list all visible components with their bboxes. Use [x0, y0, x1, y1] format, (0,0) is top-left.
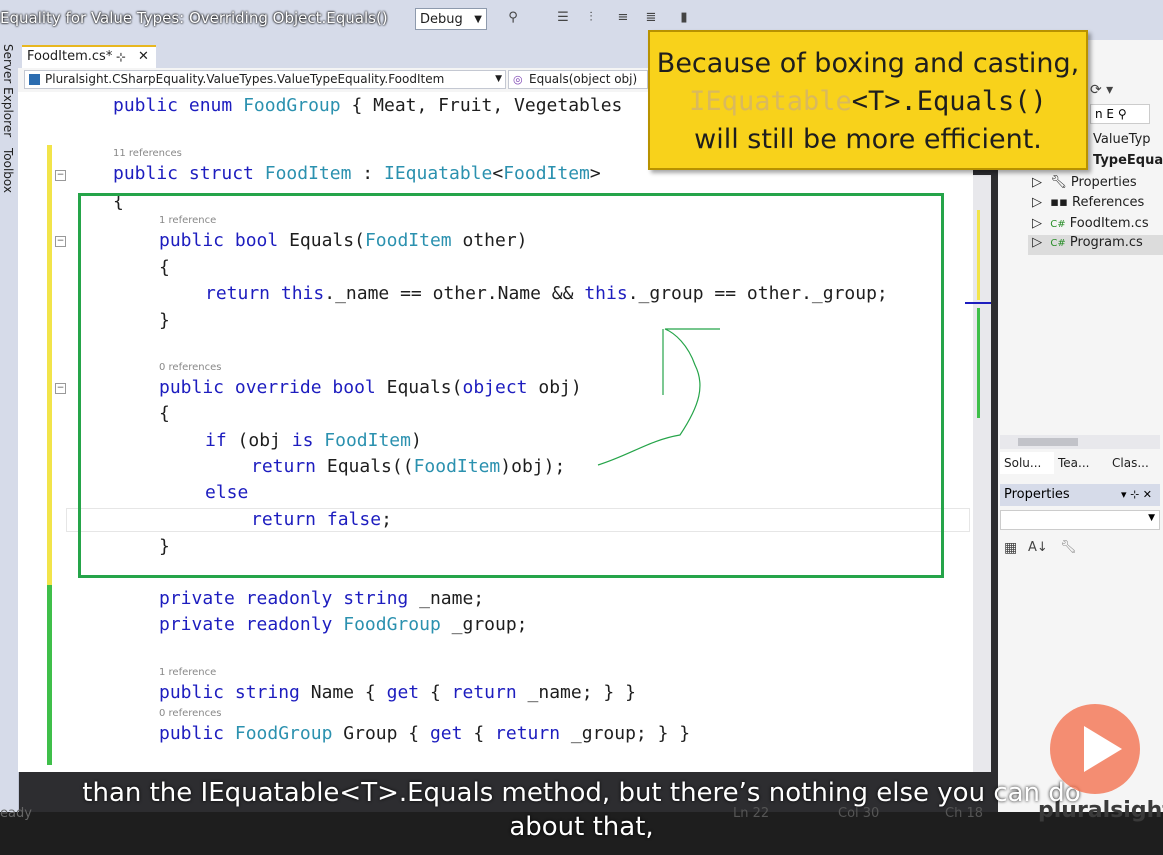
collapse-icon[interactable]: −: [55, 170, 66, 181]
callout-note: Because of boxing and casting, IEquatabl…: [648, 30, 1088, 170]
tree-item-program[interactable]: ▷ C# Program.cs: [1028, 235, 1163, 255]
tree-item-properties[interactable]: ▷ 🔧︎ Properties: [1032, 175, 1137, 190]
expand-icon: ▷: [1032, 216, 1042, 231]
alphabetical-icon[interactable]: A↓: [1028, 540, 1048, 555]
search-icon: ⚲: [1117, 107, 1127, 121]
expand-icon: ▷: [1032, 175, 1042, 190]
left-tool-strip: Server Explorer Toolbox: [0, 40, 19, 812]
class-icon: [29, 74, 40, 85]
search-hint: n E: [1095, 107, 1115, 121]
tree-item-references[interactable]: ▷ ▪▪ References: [1032, 195, 1144, 210]
categorized-icon[interactable]: ▦: [1004, 540, 1017, 556]
code-line-field-name: private readonly string _name;: [159, 588, 485, 609]
chevron-down-icon: ▼: [1148, 513, 1155, 523]
saved-lines-marker: [47, 585, 52, 765]
callout-line-3: will still be more efficient.: [694, 124, 1042, 155]
code-line-prop-name: public string Name { get { return _name;…: [159, 682, 636, 703]
uncomment-icon[interactable]: ≣: [643, 10, 659, 26]
tree-item-fooditem[interactable]: ▷ C# FoodItem.cs: [1032, 216, 1149, 231]
member-dropdown[interactable]: ◎ Equals(object obj): [508, 70, 648, 89]
scroll-thumb[interactable]: [1018, 438, 1078, 446]
chevron-down-icon: ▼: [474, 14, 482, 25]
find-icon[interactable]: ⚲: [505, 10, 521, 26]
indent-icon[interactable]: ☰: [555, 10, 571, 26]
collapse-icon[interactable]: −: [55, 236, 66, 247]
collapse-icon[interactable]: −: [55, 383, 66, 394]
tab-class[interactable]: Clas...: [1110, 452, 1149, 474]
properties-object-select[interactable]: ▼: [1000, 510, 1160, 530]
toolbox-tab[interactable]: Toolbox: [1, 148, 15, 193]
highlight-box: [78, 193, 944, 578]
horizontal-scrollbar[interactable]: [1000, 435, 1160, 449]
expand-icon: ▷: [1032, 235, 1043, 250]
tree-item-valuetype[interactable]: ValueTyp: [1093, 132, 1151, 147]
properties-header: Properties ▾ ⊹ ✕: [1000, 484, 1160, 506]
pin-icon[interactable]: ⊹: [116, 47, 126, 67]
codelens-references[interactable]: 11 references: [113, 148, 182, 159]
server-explorer-tab[interactable]: Server Explorer: [1, 44, 15, 137]
solution-tabs: Solu... Tea... Clas...: [1000, 452, 1160, 476]
method-icon: ◎: [513, 73, 523, 86]
caret-marker: [965, 302, 991, 304]
wrench-icon: 🔧︎: [1050, 175, 1067, 190]
solution-search-input[interactable]: n E ⚲: [1090, 104, 1150, 124]
code-line-enum: public enum FoodGroup { Meat, Fruit, Veg…: [113, 95, 623, 116]
callout-line-1: Because of boxing and casting,: [656, 48, 1080, 79]
subtitle-line-2: about that,: [509, 812, 654, 842]
subtitle-line-1: than the IEquatable<T>.Equals method, bu…: [82, 778, 1081, 808]
class-path: Pluralsight.CSharpEquality.ValueTypes.Va…: [45, 72, 445, 86]
change-marker: [977, 210, 980, 300]
csharp-file-icon: C#: [1050, 238, 1066, 249]
close-icon[interactable]: ✕: [138, 47, 149, 67]
bookmark-icon[interactable]: ▮: [676, 10, 692, 26]
class-dropdown[interactable]: Pluralsight.CSharpEquality.ValueTypes.Va…: [24, 70, 506, 89]
properties-title: Properties: [1004, 487, 1070, 502]
tab-fooditem[interactable]: FoodItem.cs* ⊹ ✕: [22, 45, 156, 68]
comment-icon[interactable]: ≡: [615, 10, 631, 26]
play-icon: [1084, 726, 1122, 772]
config-label: Debug: [420, 12, 463, 27]
config-dropdown[interactable]: Debug ▼: [415, 8, 487, 30]
annotation-arrow: [597, 328, 720, 466]
chevron-down-icon: ▼: [495, 74, 502, 84]
codelens-references[interactable]: 0 references: [159, 708, 222, 719]
pin-icon[interactable]: ▾ ⊹ ✕: [1121, 484, 1152, 506]
expand-icon: ▷: [1032, 195, 1042, 210]
member-label: Equals(object obj): [529, 72, 638, 86]
tree-item-typeequa[interactable]: TypeEqua: [1093, 153, 1163, 168]
tab-team[interactable]: Tea...: [1054, 452, 1110, 474]
tab-label: FoodItem.cs*: [27, 49, 113, 64]
code-line-struct: public struct FoodItem : IEquatable<Food…: [113, 163, 601, 184]
code-line-field-group: private readonly FoodGroup _group;: [159, 614, 528, 635]
references-icon: ▪▪: [1050, 195, 1068, 210]
codelens-references[interactable]: 1 reference: [159, 667, 216, 678]
wrench-icon[interactable]: 🔧︎: [1060, 540, 1077, 555]
changed-lines-marker: [47, 145, 52, 585]
editor-scrollbar[interactable]: [965, 175, 991, 772]
play-button[interactable]: [1050, 704, 1140, 794]
code-line-prop-group: public FoodGroup Group { get { return _g…: [159, 723, 691, 744]
callout-line-2: IEquatable<T>.Equals(): [689, 86, 1047, 117]
tab-solution[interactable]: Solu...: [1000, 452, 1054, 474]
sync-icon[interactable]: ⟳ ▾: [1090, 82, 1135, 104]
video-title: Equality for Value Types: Overriding Obj…: [0, 9, 388, 27]
csharp-file-icon: C#: [1050, 219, 1066, 230]
format-icon[interactable]: ⫶: [583, 10, 599, 26]
change-marker: [977, 308, 980, 418]
